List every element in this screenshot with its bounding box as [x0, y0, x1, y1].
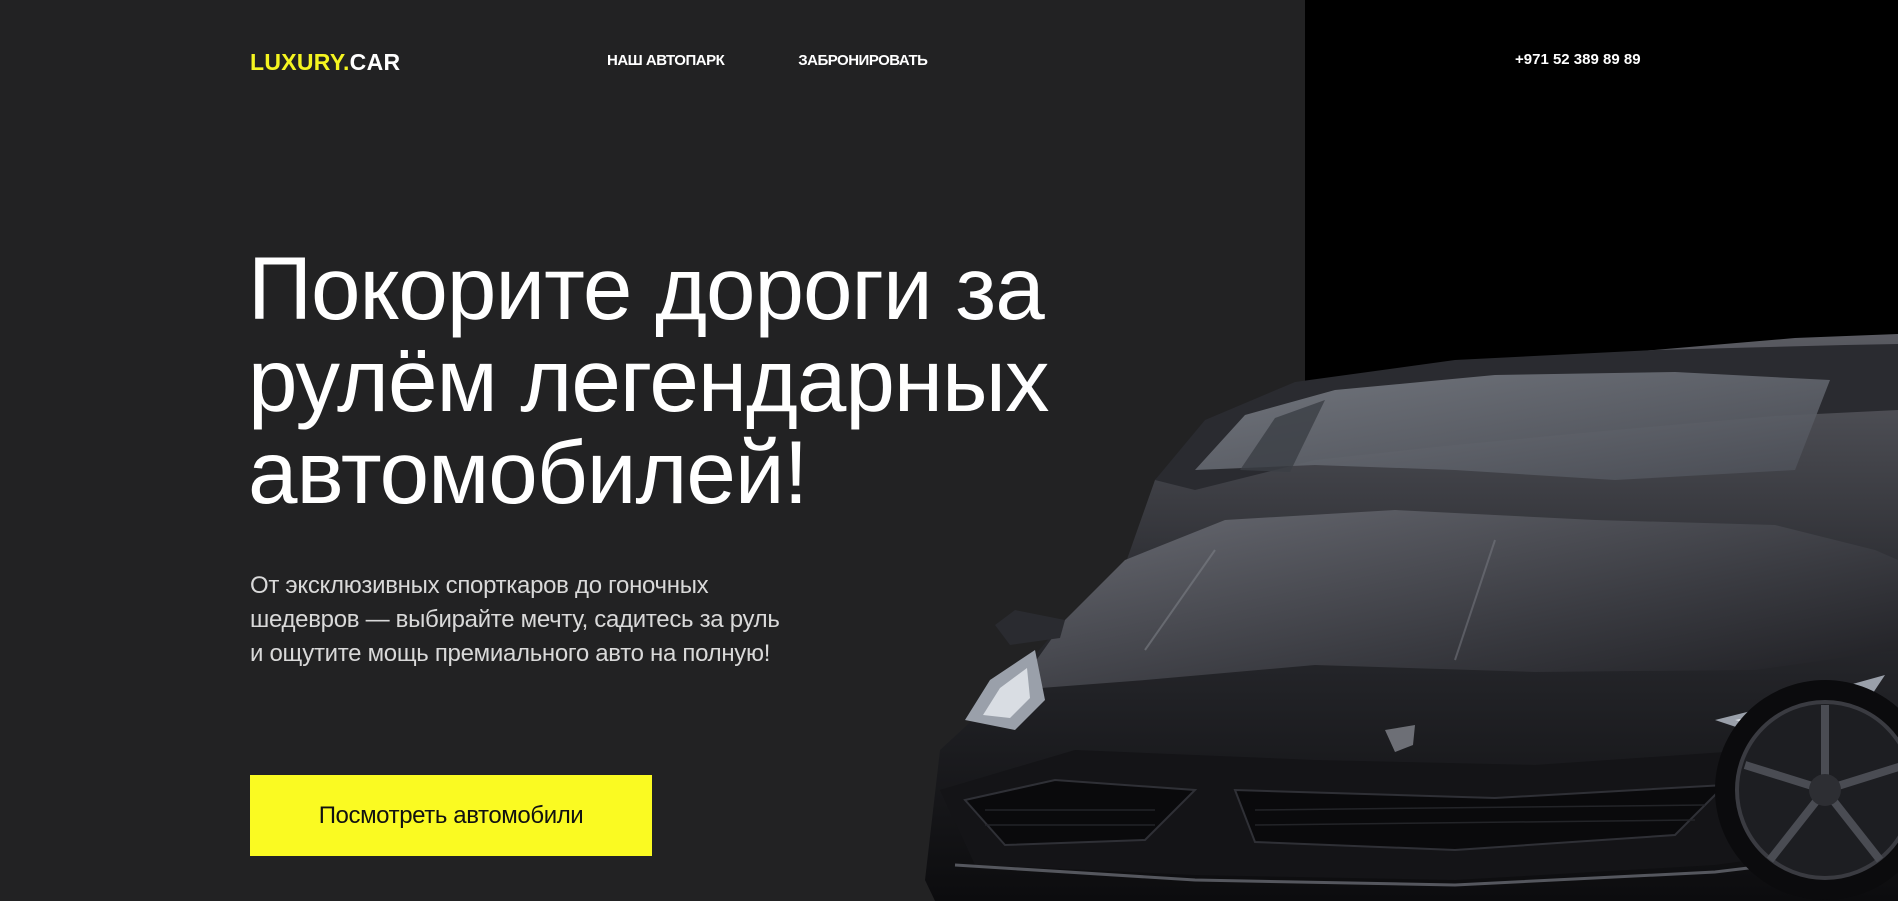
- phone-link[interactable]: +971 52 389 89 89: [1515, 51, 1641, 68]
- hero-description: От эксклюзивных спорткаров до гоночных ш…: [250, 572, 780, 667]
- nav-link-booking[interactable]: ЗАБРОНИРОВАТЬ: [798, 52, 928, 69]
- landing-page: LUXURY.CAR НАШ АВТОПАРК ЗАБРОНИРОВАТЬ +9…: [0, 0, 1898, 901]
- main-nav: НАШ АВТОПАРК ЗАБРОНИРОВАТЬ: [607, 52, 928, 69]
- hero-title-line: Покорите дороги за: [248, 238, 1045, 338]
- site-header: LUXURY.CAR НАШ АВТОПАРК ЗАБРОНИРОВАТЬ +9…: [0, 0, 1898, 120]
- logo-accent: LUXURY.: [250, 49, 350, 75]
- hero-title-line: автомобилей!: [248, 422, 808, 522]
- hero-title: Покорите дороги за рулём легендарных авт…: [248, 242, 1148, 518]
- hero-title-line: рулём легендарных: [248, 330, 1050, 430]
- logo-rest: CAR: [349, 49, 401, 75]
- view-cars-button[interactable]: Посмотреть автомобили: [250, 775, 652, 856]
- nav-link-fleet[interactable]: НАШ АВТОПАРК: [607, 52, 725, 69]
- site-logo[interactable]: LUXURY.CAR: [250, 49, 400, 76]
